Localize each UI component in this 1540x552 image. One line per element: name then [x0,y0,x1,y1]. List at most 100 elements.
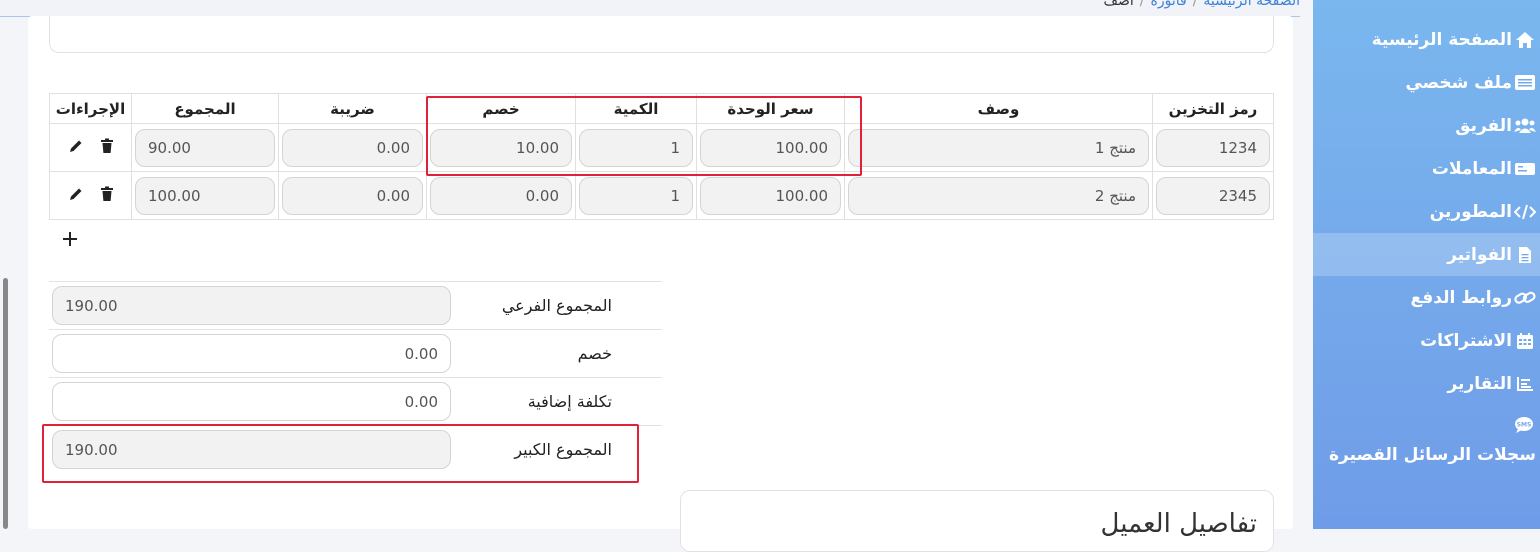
row-sku-field[interactable]: 2345 [1156,176,1270,215]
sidebar-item-invoices[interactable]: الفواتير [1313,233,1540,276]
row-unit-price-cell: 100.00 [696,123,845,172]
invoice-icon [1514,246,1536,264]
sidebar-item-profile[interactable]: ملف شخصي [1313,61,1540,104]
sidebar-item-label: الاشتراكات [1420,330,1512,351]
row-actions [49,123,132,172]
row-unit-price-field[interactable]: 100.00 [700,128,841,167]
extra-cost-row: 0.00 تكلفة إضافية [49,377,662,425]
row-actions [49,171,132,220]
subtotal-label: المجموع الفرعي [501,296,612,315]
sidebar: الصفحة الرئيسية ملف شخصي الفريق المعاملا… [1313,0,1540,529]
grand-total-row: 190.00 المجموع الكبير [49,425,662,473]
subtotal-field: 190.00 [52,286,451,325]
discount-field[interactable]: 0.00 [52,334,451,373]
svg-text:SMS: SMS [1517,422,1532,429]
row-unit-price-field[interactable]: 100.00 [700,176,841,215]
edit-pencil-icon[interactable] [68,138,84,158]
row-tax-field[interactable]: 0.00 [282,176,423,215]
sidebar-item-label: الصفحة الرئيسية [1371,29,1512,50]
sidebar-item-label: سجلات الرسائل القصيرة [1329,445,1536,465]
sms-icon: SMS [1514,416,1534,438]
sidebar-item-sms-logs[interactable]: SMS سجلات الرسائل القصيرة [1313,412,1540,472]
totals-section: 190.00 المجموع الفرعي 0.00 خصم 0.00 تكلف… [49,281,662,473]
row-quantity-field[interactable]: 1 [579,176,693,215]
row-total-field: 100.00 [135,176,275,215]
chart-icon [1514,375,1536,393]
code-icon [1514,203,1536,221]
header-sku: رمز التخزين [1152,93,1274,124]
row-quantity-cell: 1 [575,171,697,220]
sidebar-item-transactions[interactable]: المعاملات [1313,147,1540,190]
breadcrumb-invoice-link[interactable]: فاتورة [1151,0,1187,9]
breadcrumb-home-link[interactable]: الصفحة الرئيسية [1203,0,1300,9]
row-tax-cell: 0.00 [278,123,427,172]
row-description-field[interactable]: منتج 1 [848,128,1149,167]
grand-total-label: المجموع الكبير [514,440,612,459]
breadcrumb-separator: / [1192,0,1198,9]
breadcrumb: الصفحة الرئيسية / فاتورة / أضف [1104,0,1301,9]
header-total: المجموع [131,93,279,124]
row-discount-cell: 10.00 [426,123,576,172]
delete-trash-icon[interactable] [100,138,114,158]
table-row: 90.00 0.00 10.00 1 100.00 منتج 1 1234 [49,123,1274,172]
sidebar-item-label: روابط الدفع [1410,287,1512,308]
sidebar-item-team[interactable]: الفريق [1313,104,1540,147]
subtotal-row: 190.00 المجموع الفرعي [49,281,662,329]
breadcrumb-separator: / [1139,0,1145,9]
calendar-icon [1514,332,1536,350]
transactions-icon [1514,160,1536,178]
row-description-cell: منتج 2 [844,171,1153,220]
extra-cost-label: تكلفة إضافية [527,392,612,411]
row-quantity-cell: 1 [575,123,697,172]
sidebar-item-label: المعاملات [1431,158,1512,179]
sidebar-item-label: الفريق [1455,115,1512,136]
row-total-cell: 100.00 [131,171,279,220]
row-description-cell: منتج 1 [844,123,1153,172]
edit-pencil-icon[interactable] [68,186,84,206]
grand-total-field: 190.00 [52,430,451,469]
row-tax-field[interactable]: 0.00 [282,128,423,167]
row-sku-cell: 1234 [1152,123,1274,172]
customer-details-card: تفاصيل العميل [680,490,1274,552]
add-row-plus-icon[interactable] [59,228,81,250]
table-row: 100.00 0.00 0.00 1 100.00 منتج 2 2345 [49,171,1274,220]
sidebar-item-label: الفواتير [1447,244,1512,265]
sidebar-item-payment-links[interactable]: روابط الدفع [1313,276,1540,319]
row-sku-cell: 2345 [1152,171,1274,220]
users-icon [1514,117,1536,135]
sidebar-item-label: التقارير [1447,373,1512,394]
sidebar-item-developers[interactable]: المطورين [1313,190,1540,233]
header-unit-price: سعر الوحدة [696,93,845,124]
customer-details-title: تفاصيل العميل [1100,509,1257,539]
page-scrollbar[interactable] [3,278,8,529]
discount-label: خصم [577,344,612,363]
invoice-items-table: الإجراءات المجموع ضريبة خصم الكمية سعر ا… [49,93,1274,220]
sidebar-item-subscriptions[interactable]: الاشتراكات [1313,319,1540,362]
row-total-field: 90.00 [135,128,275,167]
row-total-cell: 90.00 [131,123,279,172]
row-quantity-field[interactable]: 1 [579,128,693,167]
extra-cost-field[interactable]: 0.00 [52,382,451,421]
header-actions: الإجراءات [49,93,132,124]
sidebar-item-reports[interactable]: التقارير [1313,362,1540,405]
row-discount-field[interactable]: 10.00 [430,128,572,167]
home-icon [1514,31,1536,49]
header-description: وصف [844,93,1153,124]
sidebar-item-label: ملف شخصي [1405,72,1512,93]
sidebar-item-label: المطورين [1429,201,1512,222]
header-tax: ضريبة [278,93,427,124]
sidebar-item-home[interactable]: الصفحة الرئيسية [1313,18,1540,61]
profile-card-icon [1514,74,1536,92]
row-sku-field[interactable]: 1234 [1156,128,1270,167]
row-description-field[interactable]: منتج 2 [848,176,1149,215]
breadcrumb-current: أضف [1103,0,1134,9]
discount-row: 0.00 خصم [49,329,662,377]
link-icon [1514,289,1536,307]
row-tax-cell: 0.00 [278,171,427,220]
row-discount-field[interactable]: 0.00 [430,176,572,215]
table-header-row: الإجراءات المجموع ضريبة خصم الكمية سعر ا… [49,93,1274,124]
row-discount-cell: 0.00 [426,171,576,220]
header-discount: خصم [426,93,576,124]
row-unit-price-cell: 100.00 [696,171,845,220]
delete-trash-icon[interactable] [100,186,114,206]
